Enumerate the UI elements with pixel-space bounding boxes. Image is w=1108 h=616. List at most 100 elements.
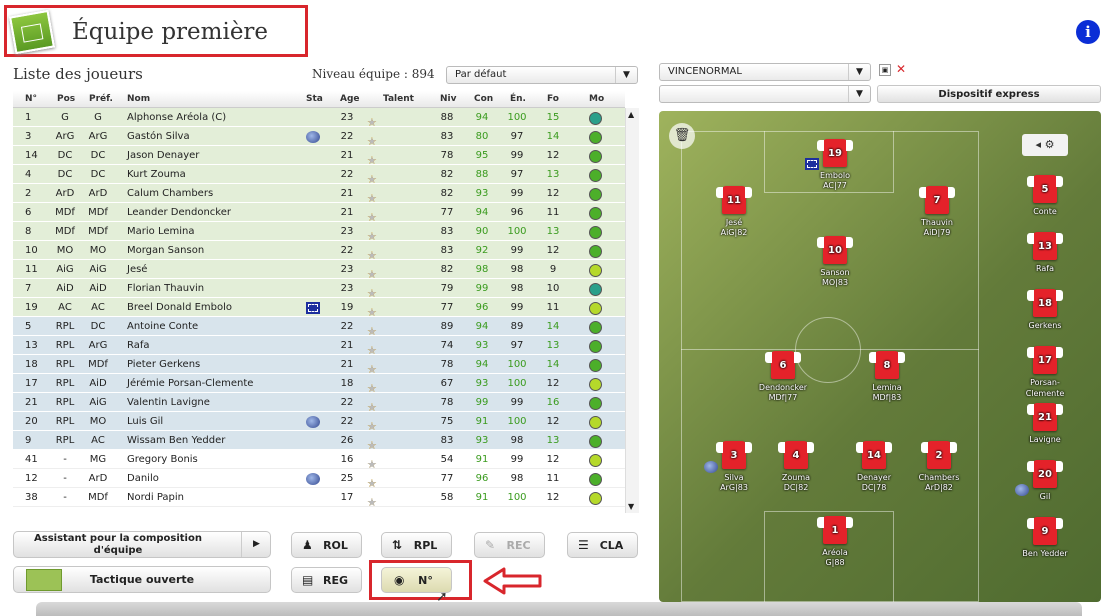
col-en[interactable]: Én.	[510, 94, 526, 104]
table-row[interactable]: 2 ArD ArD Calum Chambers 21 ★ ★ ★ ★ ★ 82 93 99 12	[13, 184, 625, 205]
bench-player[interactable]: 9 Ben Yedder	[1015, 517, 1075, 559]
table-row[interactable]: 38- MDf Nordi Papin 17 ★ ★ ★ ★ ★ 58 91 100 12	[13, 488, 625, 509]
cell-fo: 14	[546, 321, 560, 332]
table-row[interactable]: 10 MO MO Morgan Sanson 22 ★ ★ ★ ★ ★ 83 92 99 12	[13, 241, 625, 262]
cell-con: 80	[475, 131, 489, 142]
col-pref[interactable]: Préf.	[89, 94, 113, 104]
cell-niv: 58	[440, 492, 454, 503]
info-icon[interactable]: i	[1076, 20, 1100, 44]
sort-select[interactable]: Par défaut ▼	[446, 66, 638, 84]
cell-fo: 16	[546, 397, 560, 408]
bottom-toolbar	[36, 602, 1082, 616]
assistant-button[interactable]: Assistant pour la composition d'équipe ▶	[13, 531, 271, 558]
open-tactic-button[interactable]: Tactique ouverte	[13, 566, 271, 593]
table-row[interactable]: 19 AC AC Breel Donald Embolo 19 ★ ★ ★ ★ ★ 77 96 99 11	[13, 298, 625, 319]
col-sta[interactable]: Sta	[306, 94, 323, 104]
table-row[interactable]: 21 RPL AiG Valentin Lavigne 22 ★ ★ ★ ★ ★ 78 99 99 16	[13, 393, 625, 414]
cell-pref: AC	[91, 435, 105, 446]
scroll-up-icon[interactable]: ▲	[628, 110, 634, 119]
play-icon[interactable]: ▶	[241, 532, 271, 557]
field-player[interactable]: 8 Lemina MDf|83	[857, 351, 917, 402]
morale-indicator	[589, 454, 602, 467]
table-row[interactable]: 5 RPL DC Antoine Conte 22 ★ ★ ★ ★ ★ 89 94 89 14	[13, 317, 625, 338]
bench-player[interactable]: 5 Conte	[1015, 175, 1075, 217]
col-mo[interactable]: Mo	[589, 94, 604, 104]
table-row[interactable]: 18 RPL MDf Pieter Gerkens 21 ★ ★ ★ ★ ★ 78 94 100 14	[13, 355, 625, 376]
bench-player[interactable]: 21 Lavigne	[1015, 403, 1075, 445]
cell-fo: 11	[546, 473, 560, 484]
bench-player[interactable]: 17 Porsan-Clemente	[1015, 346, 1075, 399]
bench-player-name: Rafa	[1035, 264, 1054, 273]
table-row[interactable]: 7 AiD AiD Florian Thauvin 23 ★ ★ ★ ★ ★ 79 99 98 10	[13, 279, 625, 300]
number-button-highlight	[369, 560, 472, 600]
shirt-icon: 5	[1027, 175, 1063, 203]
express-setup-button[interactable]: Dispositif express	[877, 85, 1101, 103]
table-row[interactable]: 17 RPL AiD Jérémie Porsan-Clemente 18 ★ ★ ★ ★ ★ 67…	[13, 374, 625, 395]
cell-name: Breel Donald Embolo	[127, 302, 233, 313]
field-player[interactable]: 10 Sanson MO|83	[805, 236, 865, 287]
table-row[interactable]: 3 ArG ArG Gastón Silva 22 ★ ★ ★ ★ ★ 83 80 97 14	[13, 127, 625, 148]
rol-button[interactable]: ♟ ROL	[291, 532, 362, 558]
col-fo[interactable]: Fo	[547, 94, 559, 104]
shirt-icon: 14	[856, 441, 892, 469]
cell-en: 99	[510, 397, 524, 408]
shirt-icon: 6	[765, 351, 801, 379]
table-row[interactable]: 11 AiG AiG Jesé 23 ★ ★ ★ ★ ★ 82 98 98 9	[13, 260, 625, 281]
col-age[interactable]: Age	[340, 94, 360, 104]
field-player[interactable]: 7 Thauvin AiD|79	[907, 186, 967, 237]
col-con[interactable]: Con	[474, 94, 493, 104]
table-row[interactable]: 13 RPL ArG Rafa 21 ★ ★ ★ ★ ★ 74 93 97 13	[13, 336, 625, 357]
col-num[interactable]: N°	[25, 94, 37, 104]
table-row[interactable]: 4 DC DC Kurt Zouma 22 ★ ★ ★ ★ ★ 82 88 97 13	[13, 165, 625, 186]
cla-button[interactable]: ☰ CLA	[567, 532, 638, 558]
delete-icon[interactable]: ✕	[896, 62, 906, 76]
col-talent[interactable]: Talent	[383, 94, 414, 104]
cell-fo: 12	[546, 188, 560, 199]
cell-num: 19	[25, 302, 38, 313]
field-player-rating: DC|82	[783, 483, 809, 492]
cell-age: 22	[340, 321, 354, 332]
field-player-name: Sanson	[820, 268, 850, 277]
field-player[interactable]: 2 Chambers ArD|82	[909, 441, 969, 492]
field-settings-button[interactable]: ◂ ⚙	[1022, 134, 1068, 156]
cell-fo: 13	[546, 340, 560, 351]
tactic-profile-select[interactable]: VINCENORMAL ▼	[659, 63, 871, 81]
field-player[interactable]: 14 Denayer DC|78	[844, 441, 904, 492]
table-row[interactable]: 9 RPL AC Wissam Ben Yedder 26 ★ ★ ★ ★ ★ 83 93 98 13	[13, 431, 625, 452]
table-row[interactable]: 12- ArD Danilo 25 ★ ★ ★ ★ ★ 77 96 98 11	[13, 469, 625, 490]
table-row[interactable]: 6 MDf MDf Leander Dendoncker 21 ★ ★ ★ ★ ★ 77 94 96 11	[13, 203, 625, 224]
field-player-rating: AC|77	[823, 181, 847, 190]
cell-en: 100	[507, 416, 527, 427]
field-player-rating: MDf|83	[872, 393, 902, 402]
table-row[interactable]: 20 RPL MO Luis Gil 22 ★ ★ ★ ★ ★ 75 91 100 12	[13, 412, 625, 433]
reg-button[interactable]: ▤ REG	[291, 567, 362, 593]
table-row[interactable]: 41- MG Gregory Bonis 16 ★ ★ ★ ★ ★ 54 91 99 12	[13, 450, 625, 471]
cell-pref: DC	[90, 150, 106, 161]
cell-con: 94	[475, 112, 489, 123]
bench-player[interactable]: 13 Rafa	[1015, 232, 1075, 274]
table-row[interactable]: 1 G G Alphonse Aréola (C) 23 ★ ★ ★ ★ ★ 88 94 100 15	[13, 108, 625, 129]
col-pos[interactable]: Pos	[57, 94, 75, 104]
cell-fo: 12	[546, 245, 560, 256]
col-niv[interactable]: Niv	[440, 94, 456, 104]
trash-icon[interactable]: 🗑	[669, 123, 695, 149]
open-tactic-label: Tactique ouverte	[89, 573, 195, 586]
field-player[interactable]: 11 Jesé AiG|82	[704, 186, 764, 237]
globe-icon	[306, 473, 320, 485]
save-icon[interactable]: ▣	[879, 64, 891, 76]
field-player[interactable]: 1 Aréola G|88	[805, 516, 865, 567]
col-name[interactable]: Nom	[127, 94, 150, 104]
table-row[interactable]: 8 MDf MDf Mario Lemina 23 ★ ★ ★ ★ ★ 83 90 100 13	[13, 222, 625, 243]
player-table-body: 1 G G Alphonse Aréola (C) 23 ★ ★ ★ ★ ★ 88 94 100 15 3 A…	[13, 108, 625, 509]
rec-button[interactable]: ✎ REC	[474, 532, 545, 558]
cell-pref: DC	[90, 169, 106, 180]
bench-player[interactable]: 18 Gerkens	[1015, 289, 1075, 331]
field-player[interactable]: 6 Dendoncker MDf|77	[753, 351, 813, 402]
rpl-button[interactable]: ⇅ RPL	[381, 532, 452, 558]
table-row[interactable]: 14 DC DC Jason Denayer 21 ★ ★ ★ ★ ★ 78 95 99 12	[13, 146, 625, 167]
secondary-select[interactable]: ▼	[659, 85, 871, 103]
cell-age: 21	[340, 340, 354, 351]
field-player[interactable]: 4 Zouma DC|82	[766, 441, 826, 492]
scroll-down-icon[interactable]: ▼	[628, 502, 634, 511]
list-scrollbar[interactable]: ▲ ▼	[625, 108, 639, 513]
